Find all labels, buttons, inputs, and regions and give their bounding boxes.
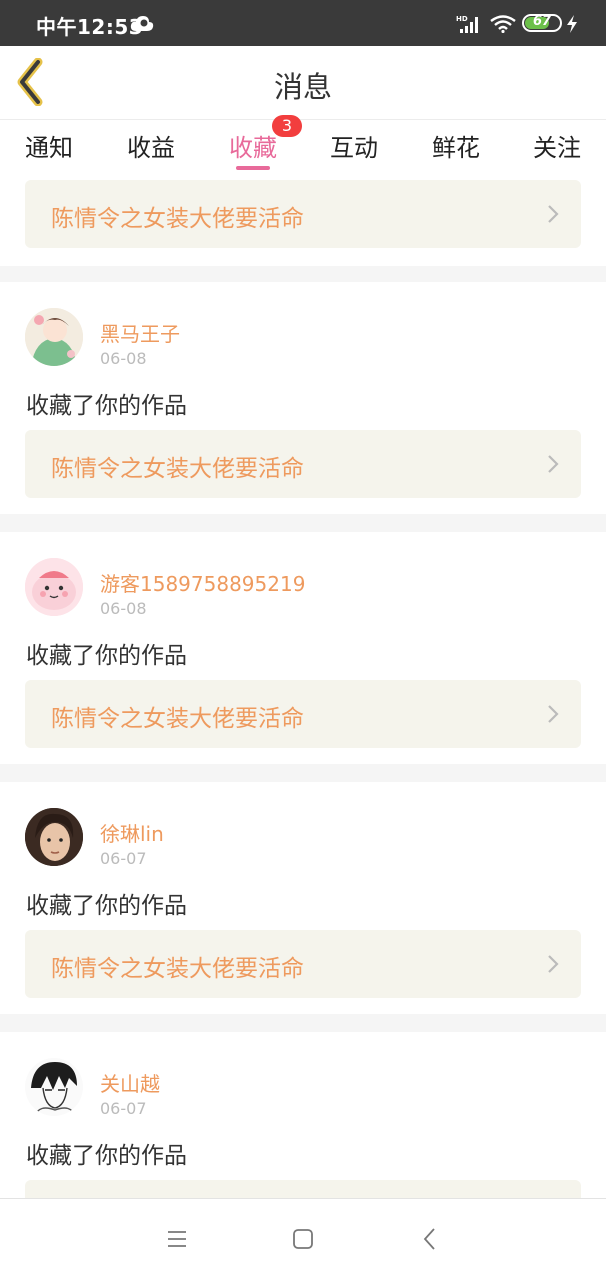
screen: 中午12:53 HD 67 消息 通知 收益 收藏 互动 鲜花 关注 3 陈情令… [0,0,606,1280]
tab-flowers[interactable]: 鲜花 [416,128,496,163]
work-title: 陈情令之女装大佬要活命 [51,206,304,232]
tab-interactions[interactable]: 互动 [314,128,394,163]
page-title: 消息 [273,70,332,104]
username[interactable]: 关山越 [100,1068,160,1097]
tab-active-indicator [236,166,270,170]
message-card: 徐琳lin 06-07 收藏了你的作品 陈情令之女装大佬要活命 [0,782,606,1014]
chevron-right-icon [548,455,559,473]
avatar[interactable] [25,1058,83,1116]
work-link[interactable] [25,1180,581,1198]
message-date: 06-08 [100,349,147,368]
work-title: 陈情令之女装大佬要活命 [51,956,304,982]
work-link[interactable]: 陈情令之女装大佬要活命 [25,930,581,998]
message-date: 06-07 [100,849,147,868]
message-text: 收藏了你的作品 [26,893,187,919]
chevron-right-icon [548,705,559,723]
tab-bar: 通知 收益 收藏 互动 鲜花 关注 [0,120,606,176]
tab-earnings[interactable]: 收益 [111,128,191,163]
message-card: 黑马王子 06-08 收藏了你的作品 陈情令之女装大佬要活命 [0,282,606,514]
message-card: 陈情令之女装大佬要活命 [0,176,606,266]
message-date: 06-08 [100,599,147,618]
home-icon[interactable] [292,1228,314,1250]
charging-bolt-icon [566,15,578,37]
wifi-icon [490,15,516,37]
status-time: 中午12:53 [36,15,144,39]
message-text: 收藏了你的作品 [26,393,187,419]
chevron-right-icon [548,955,559,973]
work-link[interactable]: 陈情令之女装大佬要活命 [25,180,581,248]
work-link[interactable]: 陈情令之女装大佬要活命 [25,680,581,748]
tab-follows[interactable]: 关注 [517,128,597,163]
avatar[interactable] [25,558,83,616]
menu-icon[interactable] [166,1229,188,1249]
username[interactable]: 徐琳lin [100,818,164,847]
avatar[interactable] [25,808,83,866]
work-title: 陈情令之女装大佬要活命 [51,456,304,482]
system-nav-bar [0,1198,606,1280]
message-feed[interactable]: 陈情令之女装大佬要活命 黑马王子 06-08 收藏了你的作品 陈情令之女装大佬要… [0,176,606,1198]
message-card: 关山越 06-07 收藏了你的作品 [0,1032,606,1198]
battery-icon: 67 [522,14,562,32]
username[interactable]: 黑马王子 [100,318,180,347]
header: 消息 [0,46,606,120]
signal-icon: HD [456,14,482,38]
status-bar: 中午12:53 HD 67 [0,0,606,46]
back-icon[interactable] [422,1227,438,1251]
avatar[interactable] [25,308,83,366]
message-card: 游客1589758895219 06-08 收藏了你的作品 陈情令之女装大佬要活… [0,532,606,764]
message-text: 收藏了你的作品 [26,1143,187,1169]
cloud-icon [130,14,154,36]
work-title: 陈情令之女装大佬要活命 [51,706,304,732]
chevron-right-icon [548,205,559,223]
message-date: 06-07 [100,1099,147,1118]
hd-label: HD [456,15,468,23]
message-text: 收藏了你的作品 [26,643,187,669]
username[interactable]: 游客1589758895219 [100,568,305,597]
tab-favorites-badge: 3 [272,115,302,137]
work-link[interactable]: 陈情令之女装大佬要活命 [25,430,581,498]
tab-notifications[interactable]: 通知 [9,128,89,163]
battery-level: 67 [532,14,552,29]
